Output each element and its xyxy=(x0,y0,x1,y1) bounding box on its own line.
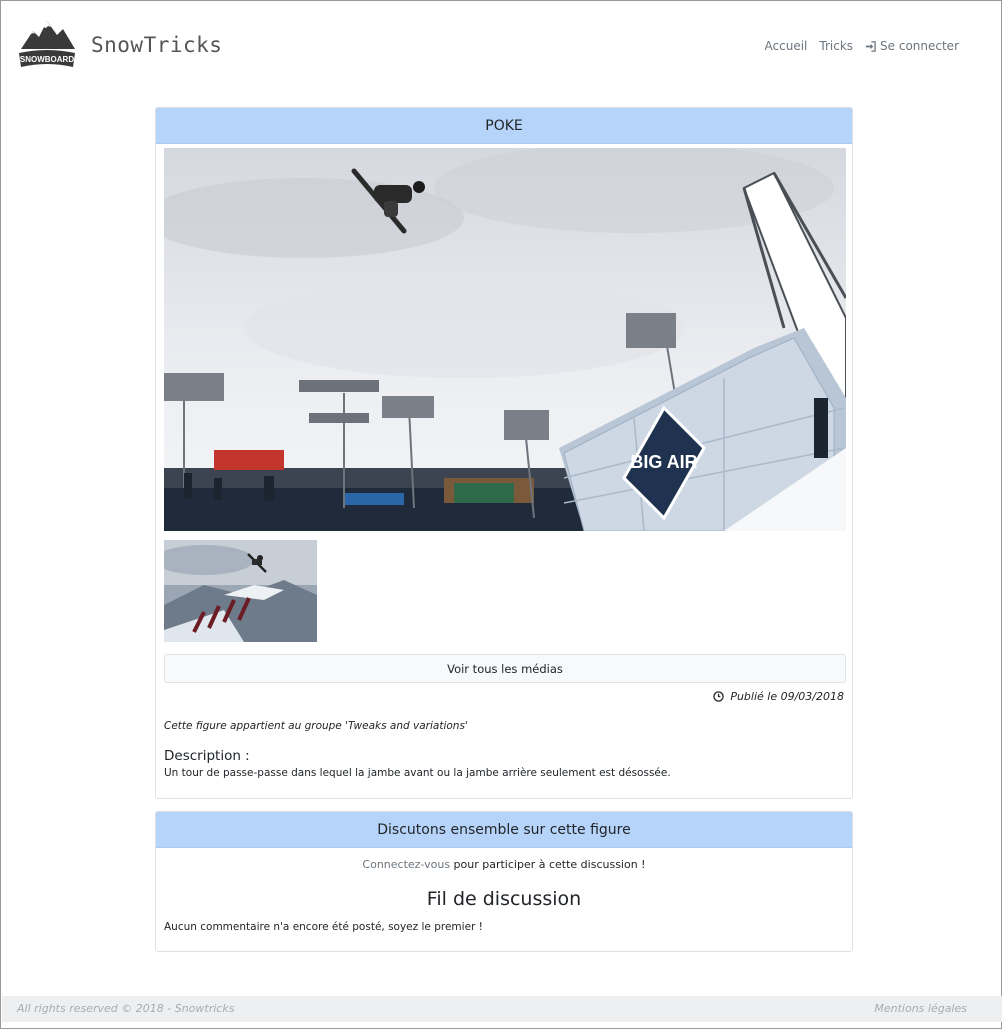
sign-in-icon xyxy=(865,40,876,52)
snowboard-logo: SNOWBOARD xyxy=(19,21,75,67)
hero-photo: BIG AIR xyxy=(164,148,846,531)
login-link[interactable]: Connectez-vous xyxy=(362,858,450,871)
discussion-card: Discutons ensemble sur cette figure Conn… xyxy=(155,811,853,952)
published-date-text: Publié le 09/03/2018 xyxy=(730,690,844,703)
logo-text: SNOWBOARD xyxy=(20,55,74,64)
trick-title: POKE xyxy=(156,108,852,144)
nav-link-login[interactable]: Se connecter xyxy=(865,39,959,53)
nav-link-login-label: Se connecter xyxy=(880,39,959,53)
big-air-banner-text: BIG AIR xyxy=(630,452,697,472)
published-date: Publié le 09/03/2018 xyxy=(713,690,844,703)
description-title: Description : xyxy=(164,748,250,764)
brand-name[interactable]: SnowTricks xyxy=(91,33,222,57)
thumbnail-photo xyxy=(164,540,317,642)
empty-comments-message: Aucun commentaire n'a encore été posté, … xyxy=(164,921,483,933)
page-frame: SNOWBOARD SnowTricks Accueil Tricks Se c… xyxy=(0,0,1002,1029)
trick-hero-image[interactable]: BIG AIR xyxy=(164,148,846,531)
trick-group-note: Cette figure appartient au groupe 'Tweak… xyxy=(164,720,468,732)
media-thumbnail[interactable] xyxy=(164,540,317,642)
nav-link-accueil[interactable]: Accueil xyxy=(765,39,808,53)
discussion-header: Discutons ensemble sur cette figure xyxy=(156,812,852,848)
show-all-media-button[interactable]: Voir tous les médias xyxy=(164,654,846,683)
thread-title: Fil de discussion xyxy=(426,888,582,910)
clock-icon xyxy=(713,691,725,702)
footer-copyright: All rights reserved © 2018 - Snowtricks xyxy=(17,1002,235,1015)
login-prompt: Connectez-vous pour participer à cette d… xyxy=(156,858,852,871)
trick-card: POKE BIG AIR Voir tous les médias Publié… xyxy=(155,107,853,799)
brand[interactable]: SNOWBOARD SnowTricks xyxy=(17,15,222,75)
footer: All rights reserved © 2018 - Snowtricks … xyxy=(2,996,1002,1022)
navbar: SNOWBOARD SnowTricks Accueil Tricks Se c… xyxy=(1,1,1001,91)
main-nav: Accueil Tricks Se connecter xyxy=(765,39,959,53)
legal-notice-link[interactable]: Mentions légales xyxy=(874,1002,967,1015)
login-prompt-suffix: pour participer à cette discussion ! xyxy=(450,858,646,871)
nav-link-tricks[interactable]: Tricks xyxy=(819,39,853,53)
description-text: Un tour de passe-passe dans lequel la ja… xyxy=(164,767,671,779)
